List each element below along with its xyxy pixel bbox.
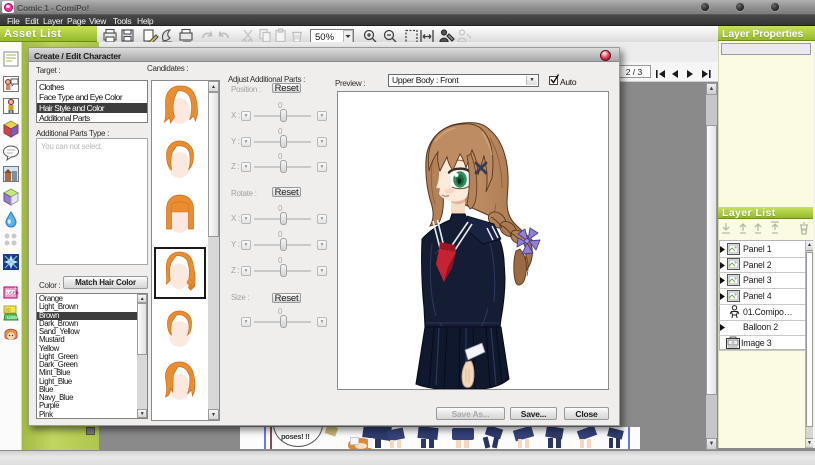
svg-text:3D: 3D	[5, 308, 12, 313]
svg-text:USER: USER	[7, 315, 20, 320]
svg-text:USER: USER	[7, 291, 20, 296]
